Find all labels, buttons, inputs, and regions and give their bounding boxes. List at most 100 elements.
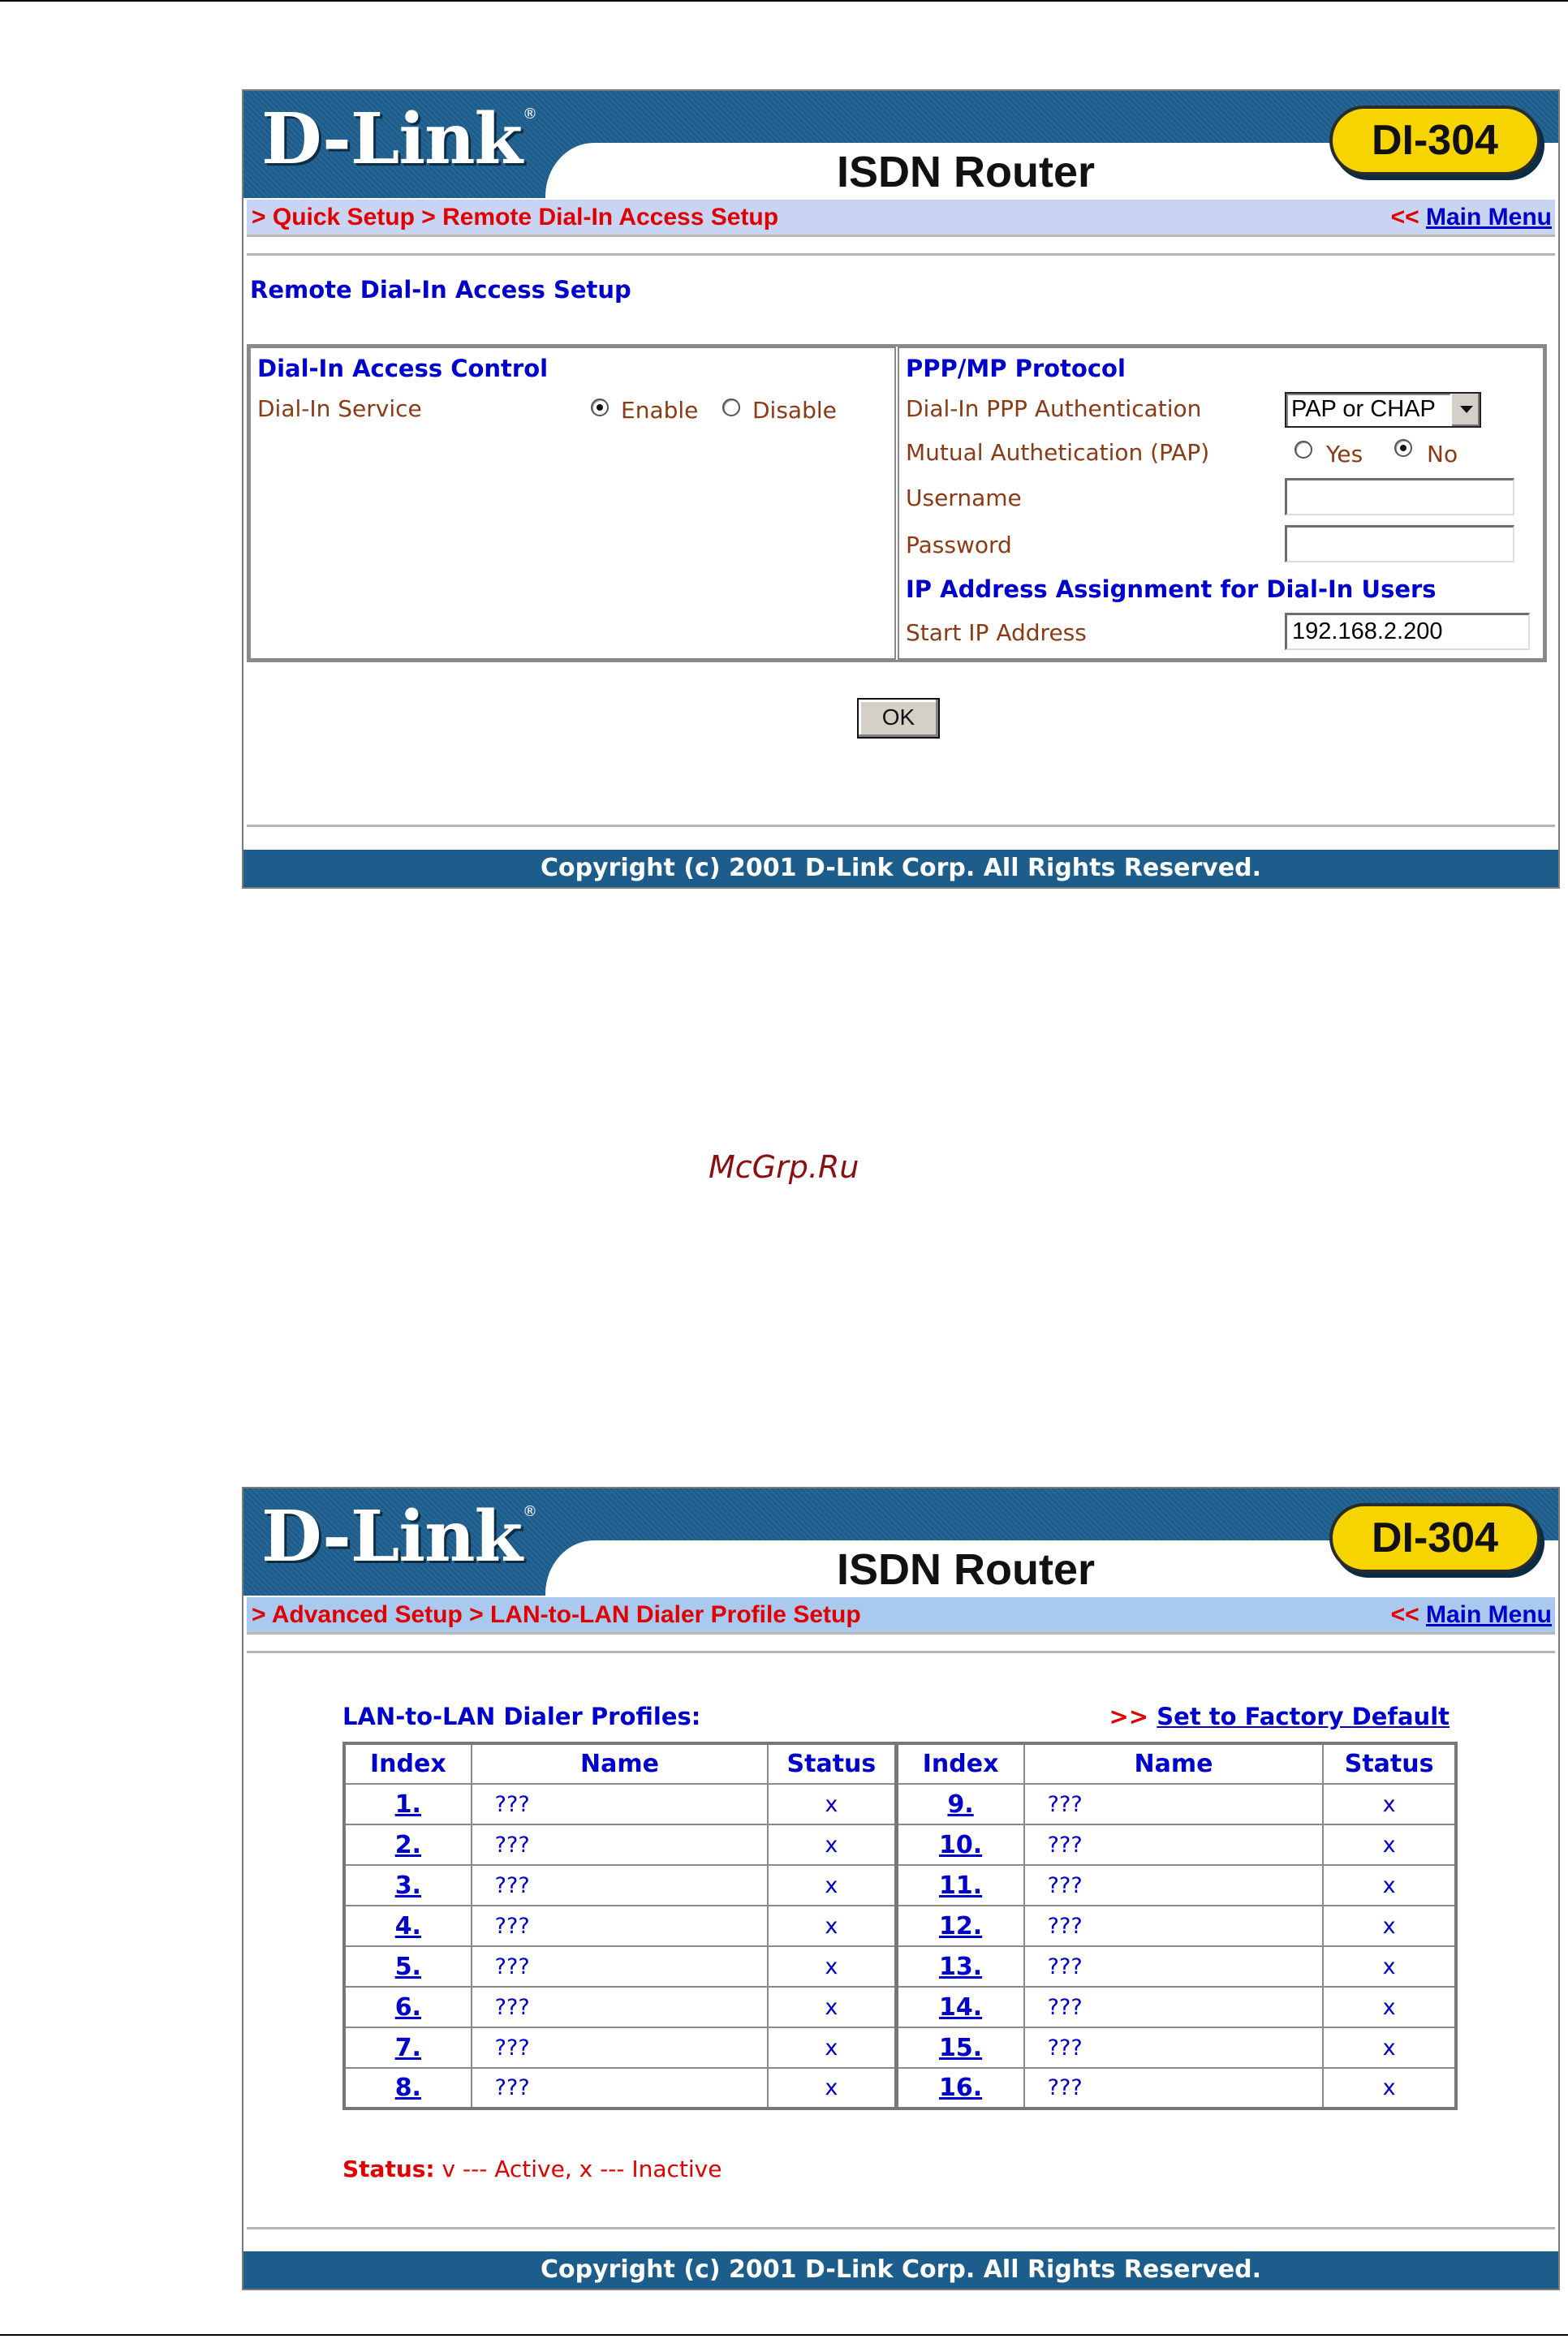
table-row: 5. ??? x 13. ??? x bbox=[343, 1945, 1457, 1988]
mutual-no-radio[interactable] bbox=[1394, 439, 1412, 457]
profile-index-link[interactable]: 11. bbox=[894, 1864, 1025, 1906]
model-badge: DI-304 bbox=[1329, 1503, 1540, 1573]
profile-status: x bbox=[767, 1905, 897, 1947]
status-legend-text: v --- Active, x --- Inactive bbox=[442, 2156, 722, 2182]
profile-status: x bbox=[1322, 2027, 1457, 2069]
product-title: ISDN Router bbox=[836, 148, 1095, 196]
password-label: Password bbox=[906, 532, 1012, 558]
profile-index-link[interactable]: 16. bbox=[894, 2067, 1025, 2109]
profile-index-link[interactable]: 4. bbox=[343, 1905, 472, 1947]
dialer-profiles-title: LAN-to-LAN Dialer Profiles: bbox=[342, 1703, 701, 1730]
profile-status: x bbox=[767, 1864, 897, 1906]
username-field[interactable] bbox=[1285, 478, 1514, 515]
profile-index-link[interactable]: 13. bbox=[894, 1945, 1025, 1988]
profile-name: ??? bbox=[470, 2067, 769, 2109]
set-factory-default-label[interactable]: Set to Factory Default bbox=[1157, 1703, 1450, 1730]
profile-index-link[interactable]: 7. bbox=[343, 2027, 472, 2069]
profile-name: ??? bbox=[1023, 1783, 1325, 1825]
product-title: ISDN Router bbox=[836, 1545, 1095, 1594]
profile-index-link[interactable]: 6. bbox=[343, 1986, 472, 2028]
dialer-panel: D-Link ® ISDN Router DI-304 > Advanced S… bbox=[242, 1487, 1560, 2290]
table-row: 7. ??? x 15. ??? x bbox=[343, 2027, 1457, 2069]
main-menu-link[interactable]: << Main Menu bbox=[1391, 1597, 1552, 1633]
divider bbox=[247, 1651, 1555, 1653]
profile-status: x bbox=[1322, 1905, 1457, 1947]
chevron-down-icon[interactable] bbox=[1450, 394, 1480, 426]
ppp-auth-label: Dial-In PPP Authentication bbox=[906, 395, 1202, 422]
profile-index-link[interactable]: 5. bbox=[343, 1945, 472, 1988]
profile-name: ??? bbox=[1023, 1945, 1325, 1988]
profile-index-link[interactable]: 14. bbox=[894, 1986, 1025, 2028]
table-row: 3. ??? x 11. ??? x bbox=[343, 1864, 1457, 1906]
profile-name: ??? bbox=[470, 1945, 769, 1988]
registered-mark: ® bbox=[523, 106, 537, 123]
mutual-yes-radio[interactable] bbox=[1294, 441, 1312, 459]
table-row: 8. ??? x 16. ??? x bbox=[343, 2067, 1457, 2109]
main-menu-label[interactable]: Main Menu bbox=[1426, 1601, 1552, 1628]
double-left-arrow-icon: << bbox=[1390, 1601, 1419, 1628]
ppp-auth-select[interactable]: PAP or CHAP bbox=[1285, 392, 1481, 428]
dialer-profiles-table: Index Name Status Index Name Status 1. ?… bbox=[342, 1742, 1458, 2110]
page-top-rule bbox=[0, 0, 1568, 2]
profile-name: ??? bbox=[1023, 1986, 1325, 2028]
double-left-arrow-icon: << bbox=[1390, 204, 1419, 230]
column-header: Name bbox=[470, 1742, 769, 1785]
profile-index-link[interactable]: 1. bbox=[343, 1783, 472, 1825]
column-header: Status bbox=[767, 1742, 897, 1785]
copyright-footer: Copyright (c) 2001 D-Link Corp. All Righ… bbox=[243, 850, 1558, 887]
ppp-title: PPP/MP Protocol bbox=[906, 355, 1126, 382]
page-title: Remote Dial-In Access Setup bbox=[250, 276, 631, 304]
set-factory-default-link[interactable]: >> Set to Factory Default bbox=[1109, 1703, 1450, 1730]
disable-radio[interactable] bbox=[722, 398, 740, 416]
copyright-footer: Copyright (c) 2001 D-Link Corp. All Righ… bbox=[243, 2251, 1558, 2289]
start-ip-field[interactable]: 192.168.2.200 bbox=[1285, 613, 1530, 650]
profile-index-link[interactable]: 15. bbox=[894, 2027, 1025, 2069]
profile-name: ??? bbox=[1023, 1824, 1325, 1866]
model-badge: DI-304 bbox=[1329, 106, 1540, 175]
profile-index-link[interactable]: 2. bbox=[343, 1824, 472, 1866]
table-row: 2. ??? x 10. ??? x bbox=[343, 1824, 1457, 1866]
profile-name: ??? bbox=[470, 1783, 769, 1825]
profile-status: x bbox=[1322, 1824, 1457, 1866]
profile-index-link[interactable]: 3. bbox=[343, 1864, 472, 1906]
profile-status: x bbox=[767, 1986, 897, 2028]
profile-name: ??? bbox=[470, 2027, 769, 2069]
mutual-yes-label: Yes bbox=[1326, 441, 1363, 467]
table-header-row: Index Name Status Index Name Status bbox=[343, 1742, 1457, 1785]
column-header: Status bbox=[1322, 1742, 1457, 1785]
main-menu-label[interactable]: Main Menu bbox=[1426, 204, 1552, 230]
profile-index-link[interactable]: 8. bbox=[343, 2067, 472, 2109]
profile-name: ??? bbox=[1023, 2027, 1325, 2069]
profile-name: ??? bbox=[470, 1824, 769, 1866]
profile-index-link[interactable]: 12. bbox=[894, 1905, 1025, 1947]
profile-name: ??? bbox=[470, 1905, 769, 1947]
table-row: 1. ??? x 9. ??? x bbox=[343, 1783, 1457, 1825]
status-legend-key: Status: bbox=[342, 2156, 435, 2182]
ok-button[interactable]: OK bbox=[857, 698, 940, 739]
enable-radio[interactable] bbox=[591, 398, 609, 416]
dialin-panel: D-Link ® ISDN Router DI-304 > Quick Setu… bbox=[242, 89, 1560, 889]
table-row: 4. ??? x 12. ??? x bbox=[343, 1905, 1457, 1947]
profile-status: x bbox=[767, 1945, 897, 1988]
access-control-title: Dial-In Access Control bbox=[257, 355, 549, 382]
password-field[interactable] bbox=[1285, 525, 1514, 562]
watermark: McGrp.Ru bbox=[709, 1149, 859, 1185]
column-header: Name bbox=[1023, 1742, 1325, 1785]
divider bbox=[247, 2227, 1555, 2229]
profile-status: x bbox=[1322, 1864, 1457, 1906]
username-label: Username bbox=[906, 485, 1022, 511]
access-control-cell: Dial-In Access Control Dial-In Service E… bbox=[249, 347, 896, 660]
profile-name: ??? bbox=[1023, 1905, 1325, 1947]
status-legend: Status: v --- Active, x --- Inactive bbox=[342, 2156, 722, 2182]
settings-box: Dial-In Access Control Dial-In Service E… bbox=[247, 344, 1547, 662]
main-menu-link[interactable]: << Main Menu bbox=[1391, 200, 1552, 235]
dlink-logo: D-Link bbox=[261, 98, 523, 180]
table-row: 6. ??? x 14. ??? x bbox=[343, 1986, 1457, 2028]
profile-index-link[interactable]: 10. bbox=[894, 1824, 1025, 1866]
profile-index-link[interactable]: 9. bbox=[894, 1783, 1025, 1825]
ppp-cell: PPP/MP Protocol Dial-In PPP Authenticati… bbox=[898, 347, 1544, 660]
header-banner: D-Link ® ISDN Router DI-304 bbox=[243, 91, 1558, 198]
column-header: Index bbox=[894, 1742, 1025, 1785]
page-bottom-rule bbox=[0, 2334, 1568, 2336]
breadcrumb: > Quick Setup > Remote Dial-In Access Se… bbox=[252, 204, 779, 230]
